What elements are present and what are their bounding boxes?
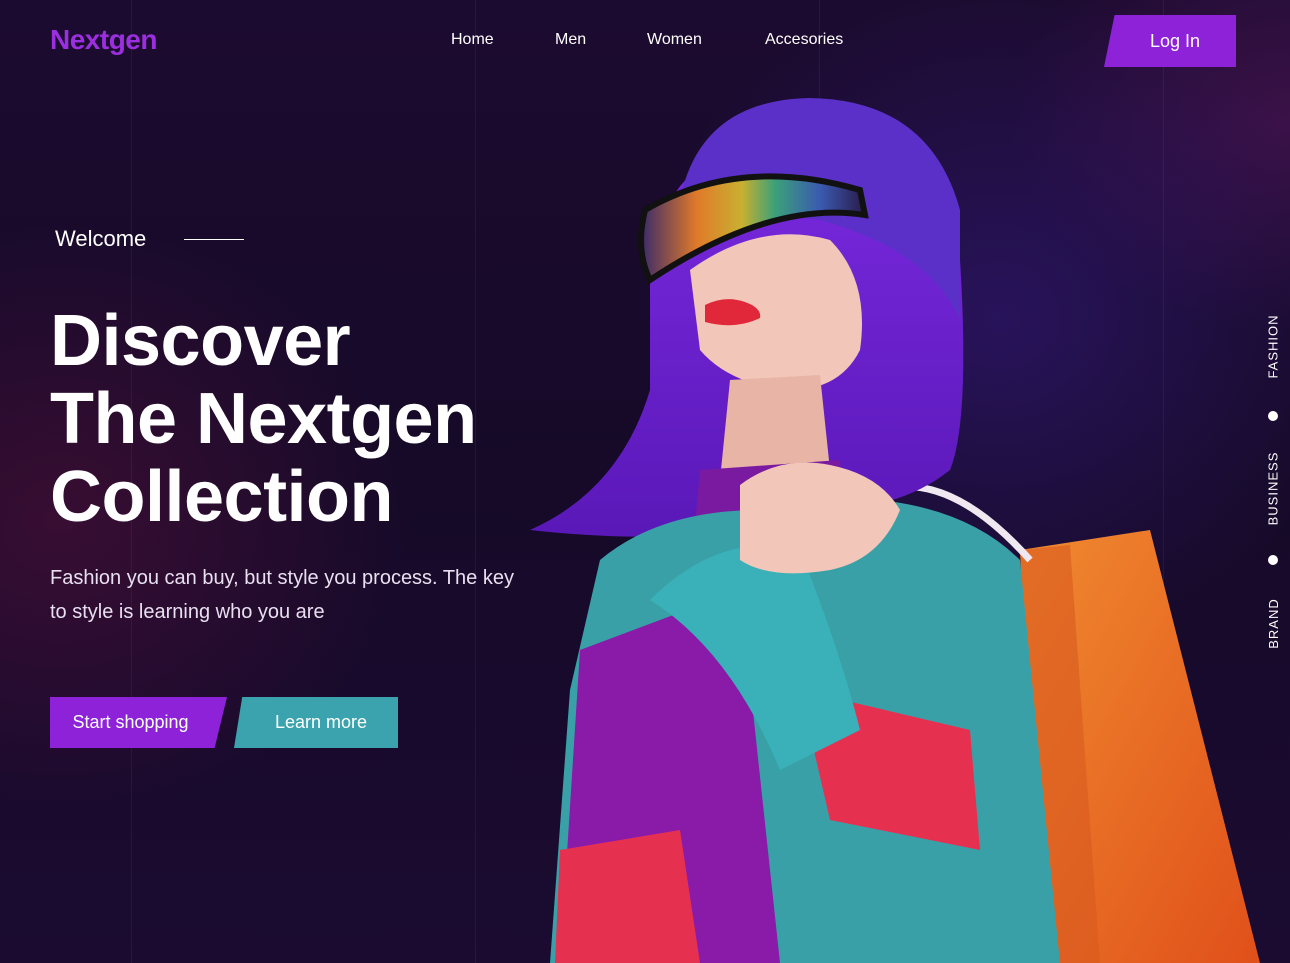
- side-nav-label: BRAND: [1265, 597, 1281, 649]
- start-shopping-button[interactable]: Start shopping: [50, 697, 227, 748]
- headline-line: Collection: [50, 457, 394, 537]
- welcome-row: Welcome: [55, 226, 245, 252]
- nav-accesories[interactable]: Accesories: [765, 31, 843, 49]
- side-nav-label: BUSINESS: [1265, 451, 1281, 525]
- learn-more-button[interactable]: Learn more: [234, 697, 398, 748]
- nav-men[interactable]: Men: [555, 31, 586, 49]
- hero-headline: Discover The Nextgen Collection: [50, 302, 610, 536]
- dot-indicator-icon[interactable]: [1268, 555, 1278, 565]
- nav-home[interactable]: Home: [451, 31, 494, 49]
- headline-line: Discover: [50, 301, 351, 381]
- dot-indicator-icon[interactable]: [1268, 411, 1278, 421]
- headline-line: The Nextgen: [50, 379, 477, 459]
- hero-subtext: Fashion you can buy, but style you proce…: [50, 567, 514, 623]
- welcome-label: Welcome: [55, 226, 147, 251]
- side-nav-fashion[interactable]: FASHION: [1263, 310, 1283, 382]
- side-nav-label: FASHION: [1265, 313, 1281, 379]
- login-button[interactable]: Log In: [1104, 15, 1236, 67]
- nav-women[interactable]: Women: [647, 31, 702, 49]
- side-nav-brand[interactable]: BRAND: [1263, 592, 1283, 654]
- brand-logo[interactable]: Nextgen: [50, 24, 157, 56]
- model-photo: [530, 98, 1260, 963]
- welcome-divider: [184, 238, 245, 240]
- side-nav-business[interactable]: BUSINESS: [1263, 448, 1283, 528]
